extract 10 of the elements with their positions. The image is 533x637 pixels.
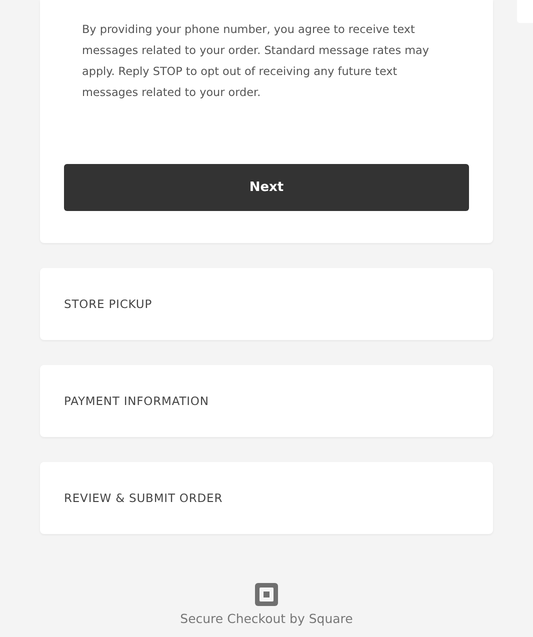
section-title: STORE PICKUP <box>64 297 152 311</box>
section-card[interactable]: REVIEW & SUBMIT ORDER <box>40 462 493 534</box>
footer-text: Secure Checkout by Square <box>180 611 353 626</box>
section-card[interactable]: PAYMENT INFORMATION <box>40 365 493 437</box>
section-card[interactable]: STORE PICKUP <box>40 268 493 340</box>
square-logo-icon <box>255 583 278 606</box>
section-title: REVIEW & SUBMIT ORDER <box>64 491 223 505</box>
consent-text: By providing your phone number, you agree to receive text messages related to your order. Standard message rates may apply. Reply STOP to opt out of receiving any future text messages related to your order. <box>82 22 430 101</box>
section-title: PAYMENT INFORMATION <box>64 394 209 408</box>
next-button[interactable]: Next <box>64 164 469 211</box>
